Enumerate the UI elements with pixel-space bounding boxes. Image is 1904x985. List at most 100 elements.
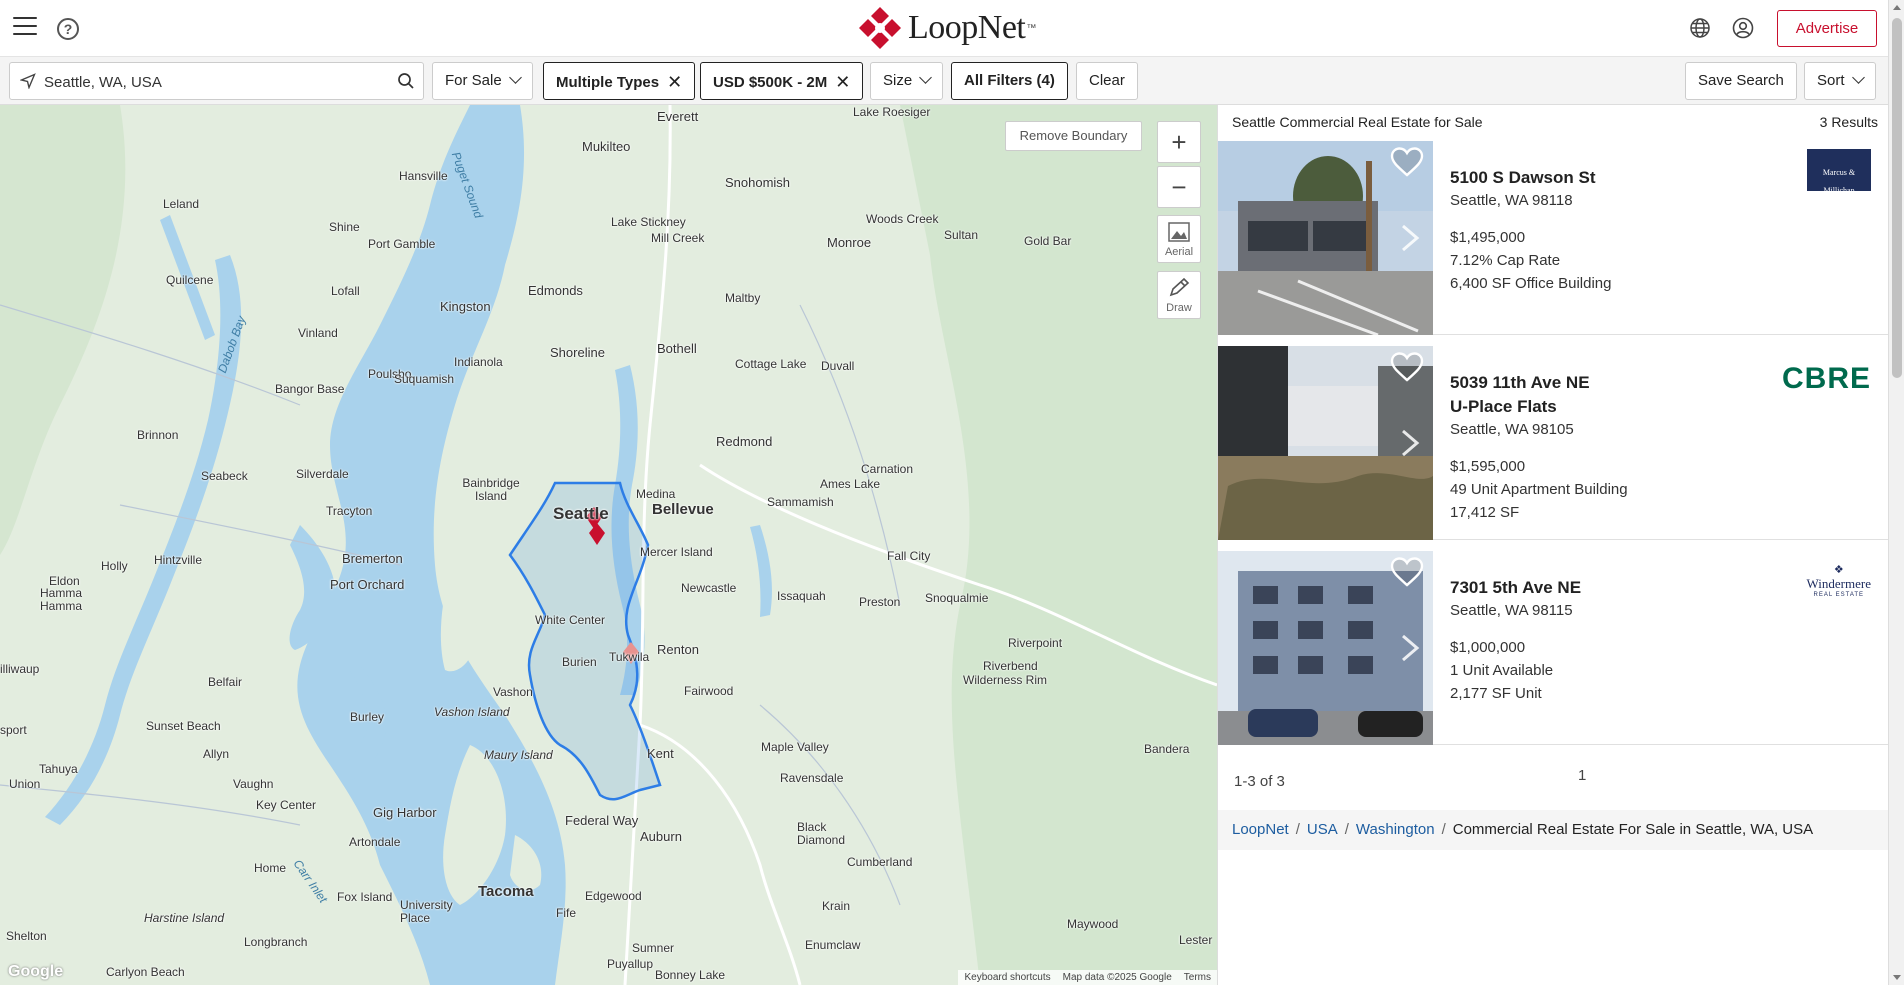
next-photo-chevron-icon[interactable] <box>1397 223 1423 253</box>
map-label: Carnation <box>861 462 914 476</box>
next-photo-chevron-icon[interactable] <box>1397 428 1423 458</box>
map-label: Ravensdale <box>780 771 844 785</box>
map-label: Bandera <box>1144 742 1190 756</box>
listing-title[interactable]: 5039 11th Ave NE <box>1450 371 1628 395</box>
results-count: 3 Results <box>1819 114 1878 130</box>
map-label: Edmonds <box>528 283 583 298</box>
listing-info: 5100 S Dawson St Seattle, WA 98118 $1,49… <box>1450 166 1611 295</box>
listing-subtitle[interactable]: U-Place Flats <box>1450 395 1628 419</box>
remove-types-filter-icon[interactable]: ✕ <box>667 64 682 100</box>
map-label: Leland <box>163 197 200 211</box>
scroll-up-arrow-icon[interactable] <box>1893 5 1901 10</box>
pencil-icon <box>1169 277 1190 297</box>
breadcrumb-link-loopnet[interactable]: LoopNet <box>1232 821 1289 838</box>
map-label: Suquamish <box>394 372 455 386</box>
map-label: Mill Creek <box>651 231 705 245</box>
favorite-heart-icon[interactable] <box>1390 352 1424 382</box>
listing-detail: 49 Unit Apartment Building <box>1450 481 1628 498</box>
menu-icon[interactable] <box>13 17 37 37</box>
map-label: Ames Lake <box>820 477 881 491</box>
listing-title[interactable]: 7301 5th Ave NE <box>1450 576 1581 600</box>
listing-city: Seattle, WA 98118 <box>1450 192 1573 209</box>
price-filter[interactable]: USD $500K - 2M ✕ <box>700 62 864 100</box>
listing-detail: 17,412 SF <box>1450 504 1520 521</box>
zoom-in-button[interactable]: + <box>1157 121 1201 163</box>
aerial-icon <box>1168 222 1190 242</box>
aerial-view-button[interactable]: Aerial <box>1157 215 1201 263</box>
next-photo-chevron-icon[interactable] <box>1397 633 1423 663</box>
map-label: Quilcene <box>166 273 214 287</box>
map-label: Shelton <box>6 929 47 943</box>
favorite-heart-icon[interactable] <box>1390 557 1424 587</box>
listing-title[interactable]: 5100 S Dawson St <box>1450 166 1611 190</box>
map-label: Shine <box>329 220 360 234</box>
chevron-down-icon <box>508 71 522 84</box>
location-arrow-icon[interactable] <box>20 73 36 89</box>
map-label: White Center <box>535 613 606 627</box>
map-label: Belfair <box>208 675 243 689</box>
scrollbar-thumb[interactable] <box>1892 18 1902 378</box>
pagination-page-1[interactable]: 1 <box>1578 767 1586 784</box>
listing-card[interactable]: 5039 11th Ave NE U-Place Flats Seattle, … <box>1218 346 1889 540</box>
chevron-down-icon <box>1851 71 1865 84</box>
property-types-filter[interactable]: Multiple Types ✕ <box>543 62 696 100</box>
search-icon[interactable] <box>397 72 415 90</box>
all-filters-count: (4) <box>1036 72 1055 89</box>
listing-city: Seattle, WA 98115 <box>1450 602 1573 619</box>
size-dropdown[interactable]: Size <box>870 62 944 100</box>
results-panel: Seattle Commercial Real Estate for Sale … <box>1217 105 1889 985</box>
map-view[interactable]: Lake Roesiger Everett Mukilteo Snohomish… <box>0 105 1217 985</box>
map-label: Maltby <box>725 291 761 305</box>
results-heading: Seattle Commercial Real Estate for Sale <box>1232 114 1483 130</box>
globe-icon[interactable] <box>1689 17 1711 39</box>
save-search-button[interactable]: Save Search <box>1685 62 1797 100</box>
listing-card[interactable]: 7301 5th Ave NE Seattle, WA 98115 $1,000… <box>1218 551 1889 745</box>
broker-logo: ❖ Windermere REAL ESTATE <box>1807 563 1871 598</box>
page-scrollbar[interactable] <box>1888 0 1904 985</box>
draw-label: Draw <box>1166 302 1192 314</box>
map-label: Cumberland <box>847 855 913 869</box>
account-icon[interactable] <box>1732 17 1754 39</box>
listing-card[interactable]: 5100 S Dawson St Seattle, WA 98118 $1,49… <box>1218 141 1889 335</box>
listing-detail: 7.12% Cap Rate <box>1450 252 1561 269</box>
map-label: Indianola <box>454 355 503 369</box>
help-icon[interactable]: ? <box>57 18 79 40</box>
remove-price-filter-icon[interactable]: ✕ <box>835 64 850 100</box>
breadcrumb-separator: / <box>1441 821 1446 838</box>
sort-dropdown[interactable]: Sort <box>1804 62 1876 100</box>
map-label: Sultan <box>944 228 979 242</box>
remove-boundary-button[interactable]: Remove Boundary <box>1005 121 1142 151</box>
breadcrumb-link-usa[interactable]: USA <box>1307 821 1338 838</box>
for-sale-dropdown[interactable]: For Sale <box>432 62 533 100</box>
keyboard-shortcuts-link[interactable]: Keyboard shortcuts <box>964 972 1050 983</box>
loopnet-logo[interactable]: LoopNet ™ <box>858 6 1036 50</box>
map-label: Newcastle <box>681 581 737 595</box>
clear-filters-button[interactable]: Clear <box>1076 62 1138 100</box>
map-label: Sumner <box>632 941 675 955</box>
favorite-heart-icon[interactable] <box>1390 147 1424 177</box>
map-label: Tukwila <box>609 650 650 664</box>
zoom-out-button[interactable]: − <box>1157 166 1201 208</box>
all-filters-button[interactable]: All Filters (4) <box>951 62 1068 100</box>
map-label: Tahuya <box>39 762 78 776</box>
logo-trademark: ™ <box>1026 22 1037 34</box>
draw-boundary-button[interactable]: Draw <box>1157 271 1201 319</box>
broker-logo: Marcus & Millichap <box>1807 149 1871 195</box>
map-label: Kingston <box>440 299 491 314</box>
terms-link[interactable]: Terms <box>1184 972 1211 983</box>
location-search-input[interactable] <box>44 69 384 95</box>
advertise-button[interactable]: Advertise <box>1777 10 1877 47</box>
map-label: Shoreline <box>550 345 605 360</box>
breadcrumb-link-washington[interactable]: Washington <box>1356 821 1435 838</box>
map-label: Auburn <box>640 829 682 844</box>
map-label: Riverbend <box>983 659 1038 673</box>
map-label: Brinnon <box>137 428 179 442</box>
listing-detail: 2,177 SF Unit <box>1450 685 1542 702</box>
location-search[interactable] <box>9 62 424 100</box>
logo-text: LoopNet <box>908 9 1026 46</box>
scroll-down-arrow-icon[interactable] <box>1893 975 1901 980</box>
map-label: Longbranch <box>244 935 308 949</box>
breadcrumb-current: Commercial Real Estate For Sale in Seatt… <box>1452 821 1814 838</box>
map-label: Enumclaw <box>805 938 861 952</box>
price-filter-label: USD $500K - 2M <box>713 74 828 91</box>
